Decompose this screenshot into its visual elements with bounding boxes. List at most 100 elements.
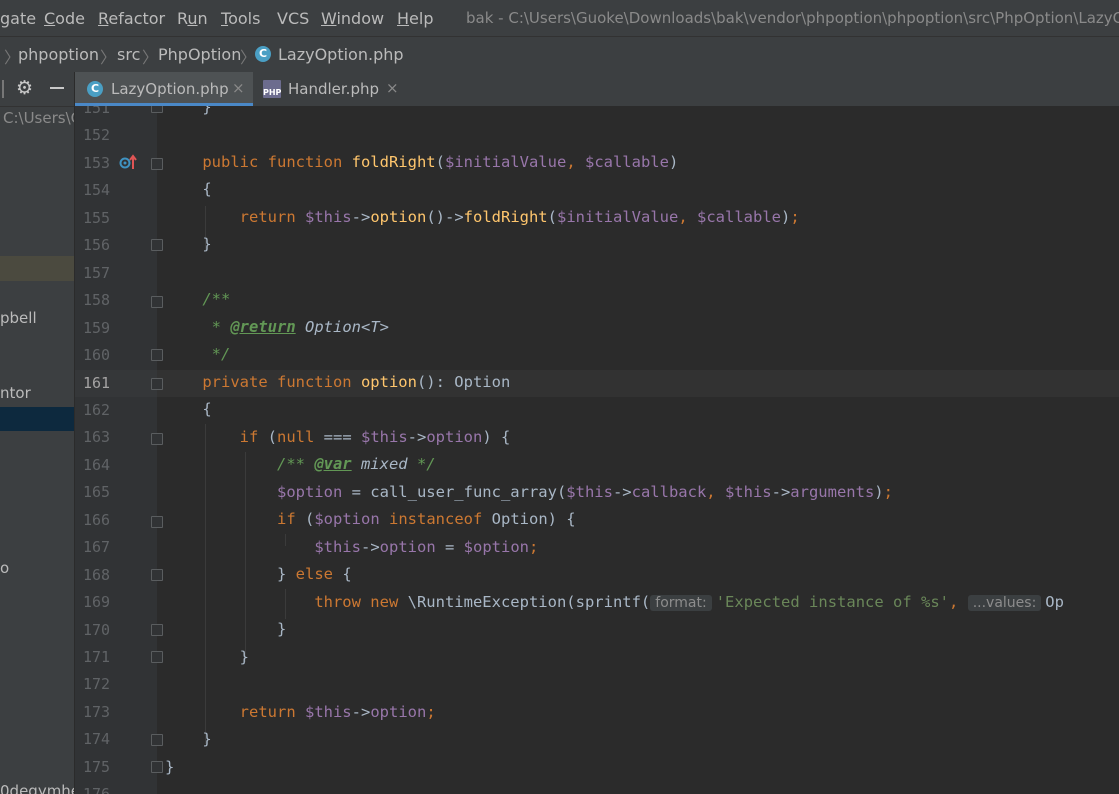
fold-marker[interactable] <box>151 651 163 663</box>
window-title: bak - C:\Users\Guoke\Downloads\bak\vendo… <box>466 9 1119 27</box>
code-line: } <box>165 648 249 666</box>
line-number: 156 <box>83 236 111 254</box>
line-number: 174 <box>83 730 111 748</box>
tree-item[interactable]: pbell <box>0 309 37 327</box>
php-class-icon: C <box>87 81 103 97</box>
code-line: return $this->option()->foldRight($initi… <box>239 208 800 226</box>
gear-icon[interactable]: ⚙ <box>16 77 33 99</box>
code-line: * @return Option<T> <box>165 318 389 336</box>
line-number: 171 <box>83 648 111 666</box>
tab-label: Handler.php <box>288 80 380 98</box>
code-line: } <box>165 106 212 116</box>
project-panel: ⚙ C:\Users\G pbell ntor o 0deqymhe <box>0 72 75 794</box>
breadcrumb-separator: 〉 <box>240 48 257 67</box>
code-line: return $this->option; <box>239 703 436 721</box>
close-icon[interactable]: × <box>232 79 245 97</box>
fold-marker[interactable] <box>151 106 163 113</box>
menu-item-run[interactable]: Run <box>177 9 208 28</box>
toolbar-divider <box>2 80 4 98</box>
code-line: public function foldRight($initialValue,… <box>202 153 679 171</box>
hide-icon[interactable] <box>50 87 64 89</box>
code-line: } else { <box>165 565 352 583</box>
line-number: 176 <box>83 785 111 794</box>
editor-tabs: C LazyOption.php × PHP Handler.php × <box>75 72 1119 107</box>
code-line: if (null === $this->option) { <box>239 428 511 446</box>
line-number: 163 <box>83 428 111 446</box>
code-line: { <box>165 180 212 198</box>
menu-item-tools[interactable]: Tools <box>221 9 260 28</box>
menu-item-refactor[interactable]: Refactor <box>98 9 165 28</box>
line-number: 151 <box>83 106 111 117</box>
fold-marker[interactable] <box>151 158 163 170</box>
tab-label: LazyOption.php <box>111 80 229 98</box>
fold-marker[interactable] <box>151 569 163 581</box>
line-number: 157 <box>83 264 111 282</box>
code-editor[interactable]: 151 152 153 154 155 156 157 158 159 160 161 162 163 1… <box>75 106 1119 794</box>
code-line: /** <box>165 290 231 308</box>
code-line: } <box>165 730 212 748</box>
tree-item[interactable]: ntor <box>0 384 31 402</box>
breadcrumb-item-file[interactable]: LazyOption.php <box>278 45 404 64</box>
code-line: { <box>165 400 212 418</box>
code-line: $option = call_user_func_array($this->ca… <box>276 483 893 501</box>
line-number: 152 <box>83 126 111 144</box>
line-number: 161 <box>83 374 111 392</box>
line-number: 158 <box>83 291 111 309</box>
line-number: 167 <box>83 538 111 556</box>
tree-focused-row[interactable] <box>0 407 74 431</box>
breadcrumb-item-phpoption[interactable]: phpoption <box>18 45 99 64</box>
project-path: C:\Users\G <box>3 109 75 127</box>
fold-marker[interactable] <box>151 433 163 445</box>
breadcrumb-item-phpoption-ns[interactable]: PhpOption <box>158 45 241 64</box>
code-line: throw new \RuntimeException(sprintf(form… <box>314 593 1064 611</box>
code-line: private function option(): Option <box>202 373 511 391</box>
php-class-icon: C <box>255 46 271 62</box>
fold-marker[interactable] <box>151 761 163 773</box>
fold-marker[interactable] <box>151 296 163 308</box>
line-number: 164 <box>83 456 111 474</box>
line-number: 175 <box>83 758 111 776</box>
breadcrumb-separator: 〉 <box>100 48 117 67</box>
line-number: 154 <box>83 181 111 199</box>
tree-item[interactable]: 0deqymhe <box>0 782 74 794</box>
code-line: /** @var mixed */ <box>165 455 436 473</box>
code-line: } <box>165 758 175 776</box>
line-number: 169 <box>83 593 111 611</box>
tree-item[interactable]: o <box>0 559 9 577</box>
overrides-method-icon[interactable] <box>119 154 139 170</box>
line-number: 172 <box>83 675 111 693</box>
inlay-hint-values: ...values: <box>967 595 1042 611</box>
code-line: } <box>165 235 212 253</box>
breadcrumb-item-src[interactable]: src <box>117 45 140 64</box>
line-number: 162 <box>83 401 111 419</box>
line-number: 173 <box>83 703 111 721</box>
code-line: if ($option instanceof Option) { <box>276 510 576 528</box>
fold-marker[interactable] <box>151 734 163 746</box>
tree-selected-row[interactable] <box>0 256 74 281</box>
inlay-hint-format: format: <box>650 595 712 611</box>
close-icon[interactable]: × <box>386 79 399 97</box>
line-number: 153 <box>83 154 111 172</box>
fold-marker[interactable] <box>151 624 163 636</box>
line-number: 166 <box>83 511 111 529</box>
line-number: 155 <box>83 209 111 227</box>
line-number: 170 <box>83 621 111 639</box>
breadcrumb: 〉 phpoption 〉 src 〉 PhpOption 〉 C LazyOp… <box>0 36 1119 73</box>
line-number: 165 <box>83 483 111 501</box>
line-number: 159 <box>83 319 111 337</box>
fold-marker[interactable] <box>151 516 163 528</box>
fold-marker[interactable] <box>151 349 163 361</box>
fold-marker[interactable] <box>151 239 163 251</box>
menu-bar: gate Code Refactor Run Tools VCS Window … <box>0 0 1119 36</box>
tab-handler[interactable]: PHP Handler.php × <box>255 72 405 106</box>
menu-item-navigate[interactable]: gate <box>0 9 36 28</box>
tab-lazyoption[interactable]: C LazyOption.php × <box>75 72 253 106</box>
menu-item-code[interactable]: Code <box>44 9 85 28</box>
code-line: } <box>165 620 287 638</box>
line-number: 160 <box>83 346 111 364</box>
menu-item-help[interactable]: Help <box>397 9 433 28</box>
php-file-icon: PHP <box>263 80 281 98</box>
menu-item-window[interactable]: Window <box>321 9 384 28</box>
fold-marker[interactable] <box>151 378 163 390</box>
menu-item-vcs[interactable]: VCS <box>277 9 309 28</box>
